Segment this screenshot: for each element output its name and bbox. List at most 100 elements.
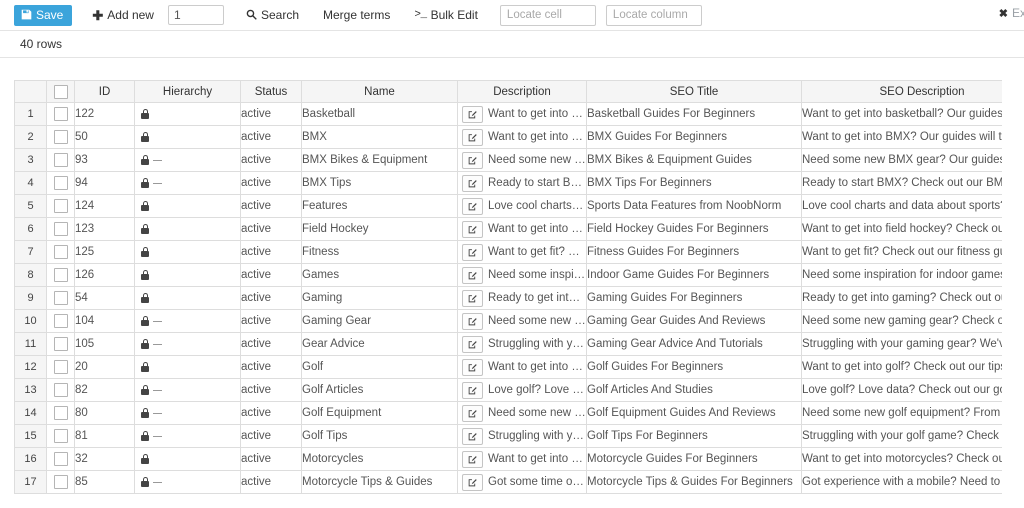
header-description[interactable]: Description bbox=[457, 80, 587, 103]
cell-status[interactable]: active bbox=[240, 102, 302, 126]
cell-status[interactable]: active bbox=[240, 378, 302, 402]
cell-seo-description[interactable]: Want to get into basketball? Our guides … bbox=[801, 102, 1002, 126]
cell-description[interactable]: Need some new g... bbox=[457, 401, 587, 425]
cell-hierarchy[interactable] bbox=[134, 470, 241, 494]
cell-description[interactable]: Want to get into m... bbox=[457, 447, 587, 471]
cell-seo-description[interactable]: Ready to start BMX? Check out our BMX ti… bbox=[801, 171, 1002, 195]
cell-seo-description[interactable]: Struggling with your golf game? Check ou… bbox=[801, 424, 1002, 448]
edit-description-icon[interactable] bbox=[462, 289, 483, 307]
table-row[interactable]: 1 122 active Basketball Want to get into b..… bbox=[14, 102, 1002, 126]
cell-description[interactable]: Need some inspira... bbox=[457, 263, 587, 287]
cell-name[interactable]: Golf Articles bbox=[301, 378, 458, 402]
bulk-edit-button[interactable]: >_ Bulk Edit bbox=[406, 5, 486, 25]
cell-seo-description[interactable]: Love golf? Love data? Check out our golf… bbox=[801, 378, 1002, 402]
add-new-button[interactable]: ✚ Add new bbox=[84, 5, 162, 26]
row-select-cell[interactable] bbox=[46, 125, 75, 149]
cell-status[interactable]: active bbox=[240, 194, 302, 218]
edit-description-icon[interactable] bbox=[462, 404, 483, 422]
row-select-cell[interactable] bbox=[46, 263, 75, 287]
cell-seo-title[interactable]: Gaming Gear Guides And Reviews bbox=[586, 309, 802, 333]
cell-id[interactable]: 126 bbox=[74, 263, 135, 287]
cell-description[interactable]: Ready to get into ... bbox=[457, 286, 587, 310]
header-seo-title[interactable]: SEO Title bbox=[586, 80, 802, 103]
cell-id[interactable]: 123 bbox=[74, 217, 135, 241]
cell-id[interactable]: 54 bbox=[74, 286, 135, 310]
row-checkbox[interactable] bbox=[53, 107, 68, 121]
row-select-cell[interactable] bbox=[46, 309, 75, 333]
row-select-cell[interactable] bbox=[46, 332, 75, 356]
cell-id[interactable]: 50 bbox=[74, 125, 135, 149]
cell-id[interactable]: 124 bbox=[74, 194, 135, 218]
edit-description-icon[interactable] bbox=[462, 450, 483, 468]
cell-name[interactable]: Motorcycles bbox=[301, 447, 458, 471]
cell-seo-title[interactable]: BMX Bikes & Equipment Guides bbox=[586, 148, 802, 172]
table-row[interactable]: 5 124 active Features Love cool charts a... S… bbox=[14, 194, 1002, 218]
row-checkbox[interactable] bbox=[53, 176, 68, 190]
cell-seo-title[interactable]: BMX Guides For Beginners bbox=[586, 125, 802, 149]
search-button[interactable]: Search bbox=[238, 5, 307, 26]
cell-description[interactable]: Want to get fit? Ch... bbox=[457, 240, 587, 264]
cell-hierarchy[interactable] bbox=[134, 424, 241, 448]
exit-button[interactable]: ✖ Exit bbox=[999, 6, 1024, 20]
cell-hierarchy[interactable] bbox=[134, 447, 241, 471]
row-checkbox[interactable] bbox=[53, 222, 68, 236]
header-seo-description[interactable]: SEO Description bbox=[801, 80, 1002, 103]
cell-name[interactable]: Field Hockey bbox=[301, 217, 458, 241]
cell-seo-description[interactable]: Need some new BMX gear? Our guides will … bbox=[801, 148, 1002, 172]
row-checkbox[interactable] bbox=[53, 199, 68, 213]
edit-description-icon[interactable] bbox=[462, 266, 483, 284]
cell-id[interactable]: 122 bbox=[74, 102, 135, 126]
cell-seo-description[interactable]: Need some inspiration for indoor games? … bbox=[801, 263, 1002, 287]
row-checkbox[interactable] bbox=[53, 153, 68, 167]
cell-seo-description[interactable]: Got experience with a mobile? Need to le… bbox=[801, 470, 1002, 494]
cell-name[interactable]: Motorcycle Tips & Guides bbox=[301, 470, 458, 494]
table-row[interactable]: 3 93 active BMX Bikes & Equipment Need some … bbox=[14, 148, 1002, 172]
cell-status[interactable]: active bbox=[240, 332, 302, 356]
cell-seo-description[interactable]: Want to get into motorcycles? Check out … bbox=[801, 447, 1002, 471]
cell-hierarchy[interactable] bbox=[134, 240, 241, 264]
header-status[interactable]: Status bbox=[240, 80, 302, 103]
cell-description[interactable]: Need some new g... bbox=[457, 309, 587, 333]
cell-id[interactable]: 32 bbox=[74, 447, 135, 471]
cell-seo-description[interactable]: Want to get into golf? Check out our tip… bbox=[801, 355, 1002, 379]
table-row[interactable]: 7 125 active Fitness Want to get fit? Ch... F… bbox=[14, 240, 1002, 264]
row-select-cell[interactable] bbox=[46, 401, 75, 425]
table-row[interactable]: 15 81 active Golf Tips Struggling with yo...… bbox=[14, 424, 1002, 448]
header-id[interactable]: ID bbox=[74, 80, 135, 103]
cell-description[interactable]: Want to get into b... bbox=[457, 102, 587, 126]
edit-description-icon[interactable] bbox=[462, 128, 483, 146]
row-select-cell[interactable] bbox=[46, 378, 75, 402]
cell-description[interactable]: Ready to start BM... bbox=[457, 171, 587, 195]
cell-id[interactable]: 20 bbox=[74, 355, 135, 379]
edit-description-icon[interactable] bbox=[462, 151, 483, 169]
table-row[interactable]: 16 32 active Motorcycles Want to get into m.… bbox=[14, 447, 1002, 471]
row-checkbox[interactable] bbox=[53, 360, 68, 374]
cell-name[interactable]: BMX Bikes & Equipment bbox=[301, 148, 458, 172]
cell-id[interactable]: 105 bbox=[74, 332, 135, 356]
cell-hierarchy[interactable] bbox=[134, 217, 241, 241]
edit-description-icon[interactable] bbox=[462, 174, 483, 192]
cell-seo-title[interactable]: BMX Tips For Beginners bbox=[586, 171, 802, 195]
cell-name[interactable]: Gaming Gear bbox=[301, 309, 458, 333]
cell-seo-description[interactable]: Ready to get into gaming? Check out our … bbox=[801, 286, 1002, 310]
cell-seo-title[interactable]: Golf Tips For Beginners bbox=[586, 424, 802, 448]
table-row[interactable]: 6 123 active Field Hockey Want to get into f… bbox=[14, 217, 1002, 241]
cell-seo-description[interactable]: Struggling with your gaming gear? We've … bbox=[801, 332, 1002, 356]
cell-hierarchy[interactable] bbox=[134, 171, 241, 195]
cell-id[interactable]: 104 bbox=[74, 309, 135, 333]
cell-id[interactable]: 85 bbox=[74, 470, 135, 494]
edit-description-icon[interactable] bbox=[462, 358, 483, 376]
cell-id[interactable]: 80 bbox=[74, 401, 135, 425]
header-name[interactable]: Name bbox=[301, 80, 458, 103]
cell-id[interactable]: 81 bbox=[74, 424, 135, 448]
cell-status[interactable]: active bbox=[240, 470, 302, 494]
cell-hierarchy[interactable] bbox=[134, 401, 241, 425]
cell-seo-description[interactable]: Want to get into BMX? Our guides will te… bbox=[801, 125, 1002, 149]
cell-description[interactable]: Want to get into g... bbox=[457, 355, 587, 379]
cell-description[interactable]: Struggling with yo... bbox=[457, 332, 587, 356]
cell-name[interactable]: Gear Advice bbox=[301, 332, 458, 356]
cell-name[interactable]: Golf Equipment bbox=[301, 401, 458, 425]
cell-description[interactable]: Want to get into fi... bbox=[457, 217, 587, 241]
cell-status[interactable]: active bbox=[240, 355, 302, 379]
table-row[interactable]: 2 50 active BMX Want to get into B... BMX Gui… bbox=[14, 125, 1002, 149]
